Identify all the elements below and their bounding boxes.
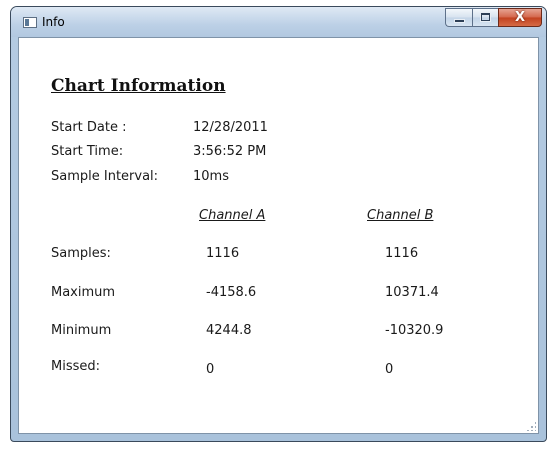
maximum-channel-b: 10371.4 — [385, 285, 439, 300]
start-time-label: Start Time: — [51, 144, 124, 159]
channel-a-header: Channel A — [199, 208, 266, 223]
maximize-icon — [481, 13, 490, 21]
missed-label: Missed: — [51, 359, 101, 374]
title-bar[interactable]: Info X — [11, 7, 546, 37]
minimum-label: Minimum — [51, 323, 112, 338]
maximum-label: Maximum — [51, 285, 116, 300]
samples-channel-b: 1116 — [385, 246, 419, 261]
maximize-button[interactable] — [472, 8, 498, 27]
close-icon: X — [514, 10, 526, 25]
maximum-channel-a: -4158.6 — [206, 285, 257, 300]
samples-label: Samples: — [51, 246, 111, 261]
minimum-channel-b: -10320.9 — [385, 323, 444, 338]
missed-channel-a: 0 — [206, 362, 215, 377]
chart-information-heading: Chart Information — [51, 76, 226, 96]
start-date-value: 12/28/2011 — [193, 120, 268, 135]
minimize-button[interactable] — [445, 8, 472, 27]
minimize-icon — [455, 20, 464, 22]
window-controls: X — [445, 8, 542, 28]
window-title: Info — [42, 15, 65, 29]
samples-channel-a: 1116 — [206, 246, 240, 261]
info-window: Info X Chart Information Start Date : 12… — [10, 6, 547, 442]
window-client-area: Chart Information Start Date : 12/28/201… — [18, 37, 539, 434]
resize-grip[interactable] — [526, 421, 536, 431]
minimum-channel-a: 4244.8 — [206, 323, 252, 338]
channel-b-header: Channel B — [367, 208, 434, 223]
sample-interval-label: Sample Interval: — [51, 169, 159, 184]
missed-channel-b: 0 — [385, 362, 394, 377]
close-button[interactable]: X — [498, 8, 542, 27]
start-time-value: 3:56:52 PM — [193, 144, 267, 159]
window-app-icon[interactable] — [23, 17, 37, 28]
sample-interval-value: 10ms — [193, 169, 229, 184]
start-date-label: Start Date : — [51, 120, 127, 135]
